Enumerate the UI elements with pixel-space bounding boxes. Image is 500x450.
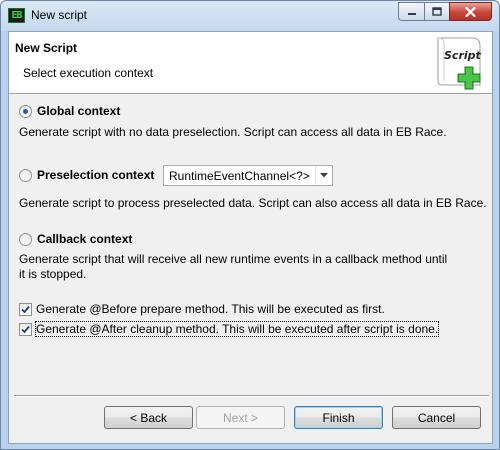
maximize-icon — [432, 7, 442, 16]
combo-selected-value: RuntimeEventChannel<?> — [169, 168, 310, 183]
eb-app-icon: EB — [8, 8, 25, 23]
callback-context-option[interactable]: Callback context — [19, 232, 132, 246]
after-method-option[interactable]: Generate @After cleanup method. This wil… — [19, 321, 440, 337]
callback-context-radio[interactable] — [19, 232, 32, 246]
title-bar[interactable]: EB New script — [1, 1, 499, 31]
checkmark-icon — [21, 305, 30, 313]
after-method-checkbox[interactable] — [19, 322, 32, 336]
after-method-label: Generate @After cleanup method. This wil… — [34, 321, 440, 337]
preselection-context-option[interactable]: Preselection context — [19, 168, 154, 182]
close-icon — [465, 6, 476, 17]
finish-button-label: Finish — [322, 410, 355, 425]
page-subtitle: Select execution context — [23, 66, 154, 80]
wizard-header: New Script Select execution context Scri… — [9, 32, 492, 94]
before-method-checkbox[interactable] — [19, 302, 32, 316]
back-button[interactable]: < Back — [104, 406, 193, 429]
finish-button[interactable]: Finish — [294, 406, 383, 429]
next-button-label: Next > — [222, 410, 258, 425]
script-image-label: Script — [444, 49, 482, 62]
caption-buttons — [398, 2, 492, 21]
preselection-context-radio[interactable] — [19, 168, 32, 182]
chevron-down-icon[interactable] — [315, 166, 332, 185]
preselection-context-description: Generate script to process preselected d… — [19, 196, 487, 210]
callback-context-label: Callback context — [37, 232, 133, 246]
global-context-radio[interactable] — [19, 104, 32, 118]
cancel-button[interactable]: Cancel — [392, 406, 481, 429]
preselection-context-label: Preselection context — [37, 168, 155, 182]
footer-separator — [14, 395, 489, 397]
minimize-button[interactable] — [398, 2, 424, 21]
global-context-description: Generate script with no data preselectio… — [19, 125, 447, 139]
preselection-channel-combo[interactable]: RuntimeEventChannel<?> — [163, 165, 333, 186]
cancel-button-label: Cancel — [417, 410, 456, 425]
maximize-button[interactable] — [424, 2, 449, 21]
window-title: New script — [31, 8, 88, 22]
before-method-option[interactable]: Generate @Before prepare method. This wi… — [19, 302, 385, 316]
minimize-icon — [407, 12, 416, 15]
next-button[interactable]: Next > — [196, 406, 285, 429]
dialog-client-area: New Script Select execution context Scri… — [8, 31, 493, 444]
callback-context-description-line2: it is stopped. — [19, 267, 87, 281]
before-method-label: Generate @Before prepare method. This wi… — [36, 302, 385, 316]
close-button[interactable] — [449, 2, 492, 21]
callback-context-description-line1: Generate script that will receive all ne… — [19, 252, 448, 266]
back-button-label: < Back — [129, 410, 168, 425]
checkmark-icon — [21, 325, 30, 333]
script-add-icon: Script — [437, 37, 482, 90]
page-title: New Script — [15, 41, 78, 55]
global-context-label: Global context — [37, 104, 121, 118]
dialog-window: EB New script New Script Select executio… — [0, 0, 500, 450]
global-context-option[interactable]: Global context — [19, 104, 120, 118]
